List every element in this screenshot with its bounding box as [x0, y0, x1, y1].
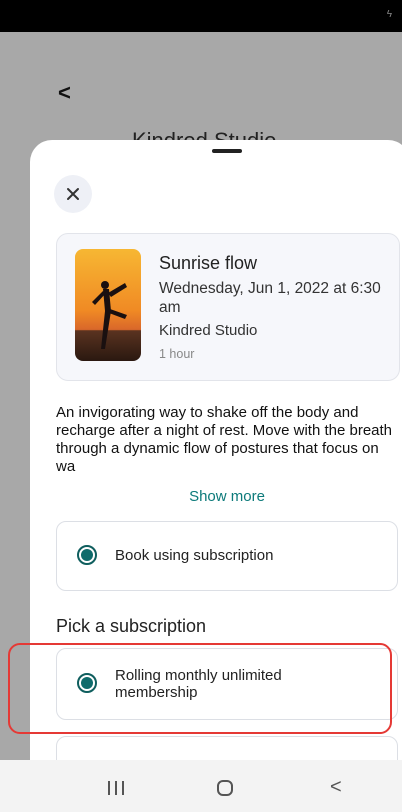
class-studio: Kindred Studio	[159, 322, 258, 339]
system-nav-bar: <	[0, 760, 402, 812]
sheet-drag-handle[interactable]	[212, 149, 242, 153]
nav-back-icon[interactable]: <	[330, 776, 342, 799]
class-duration: 1 hour	[159, 347, 195, 361]
recents-icon[interactable]	[108, 781, 124, 795]
close-icon	[67, 188, 79, 200]
charging-icon: ϟ	[386, 9, 392, 20]
book-option-label: Book using subscription	[115, 547, 274, 564]
pick-subscription-heading: Pick a subscription	[56, 616, 207, 636]
class-summary-card: Sunrise flow Wednesday, Jun 1, 2022 at 6…	[56, 233, 400, 381]
book-using-subscription-option[interactable]: Book using subscription	[56, 521, 398, 591]
home-icon[interactable]	[217, 780, 233, 796]
close-button[interactable]	[54, 175, 92, 213]
next-subscription-option[interactable]	[56, 736, 398, 760]
highlight-outline	[8, 643, 392, 734]
class-description: An invigorating way to shake off the bod…	[56, 404, 393, 475]
radio-selected-icon[interactable]	[77, 545, 97, 565]
class-datetime: Wednesday, Jun 1, 2022 at 6:30 am	[159, 280, 381, 316]
back-arrow-icon[interactable]: <	[58, 80, 71, 106]
class-thumbnail	[75, 249, 141, 361]
class-title: Sunrise flow	[159, 253, 258, 273]
show-more-link[interactable]: Show more	[30, 488, 402, 505]
status-bar: ϟ	[0, 0, 402, 32]
